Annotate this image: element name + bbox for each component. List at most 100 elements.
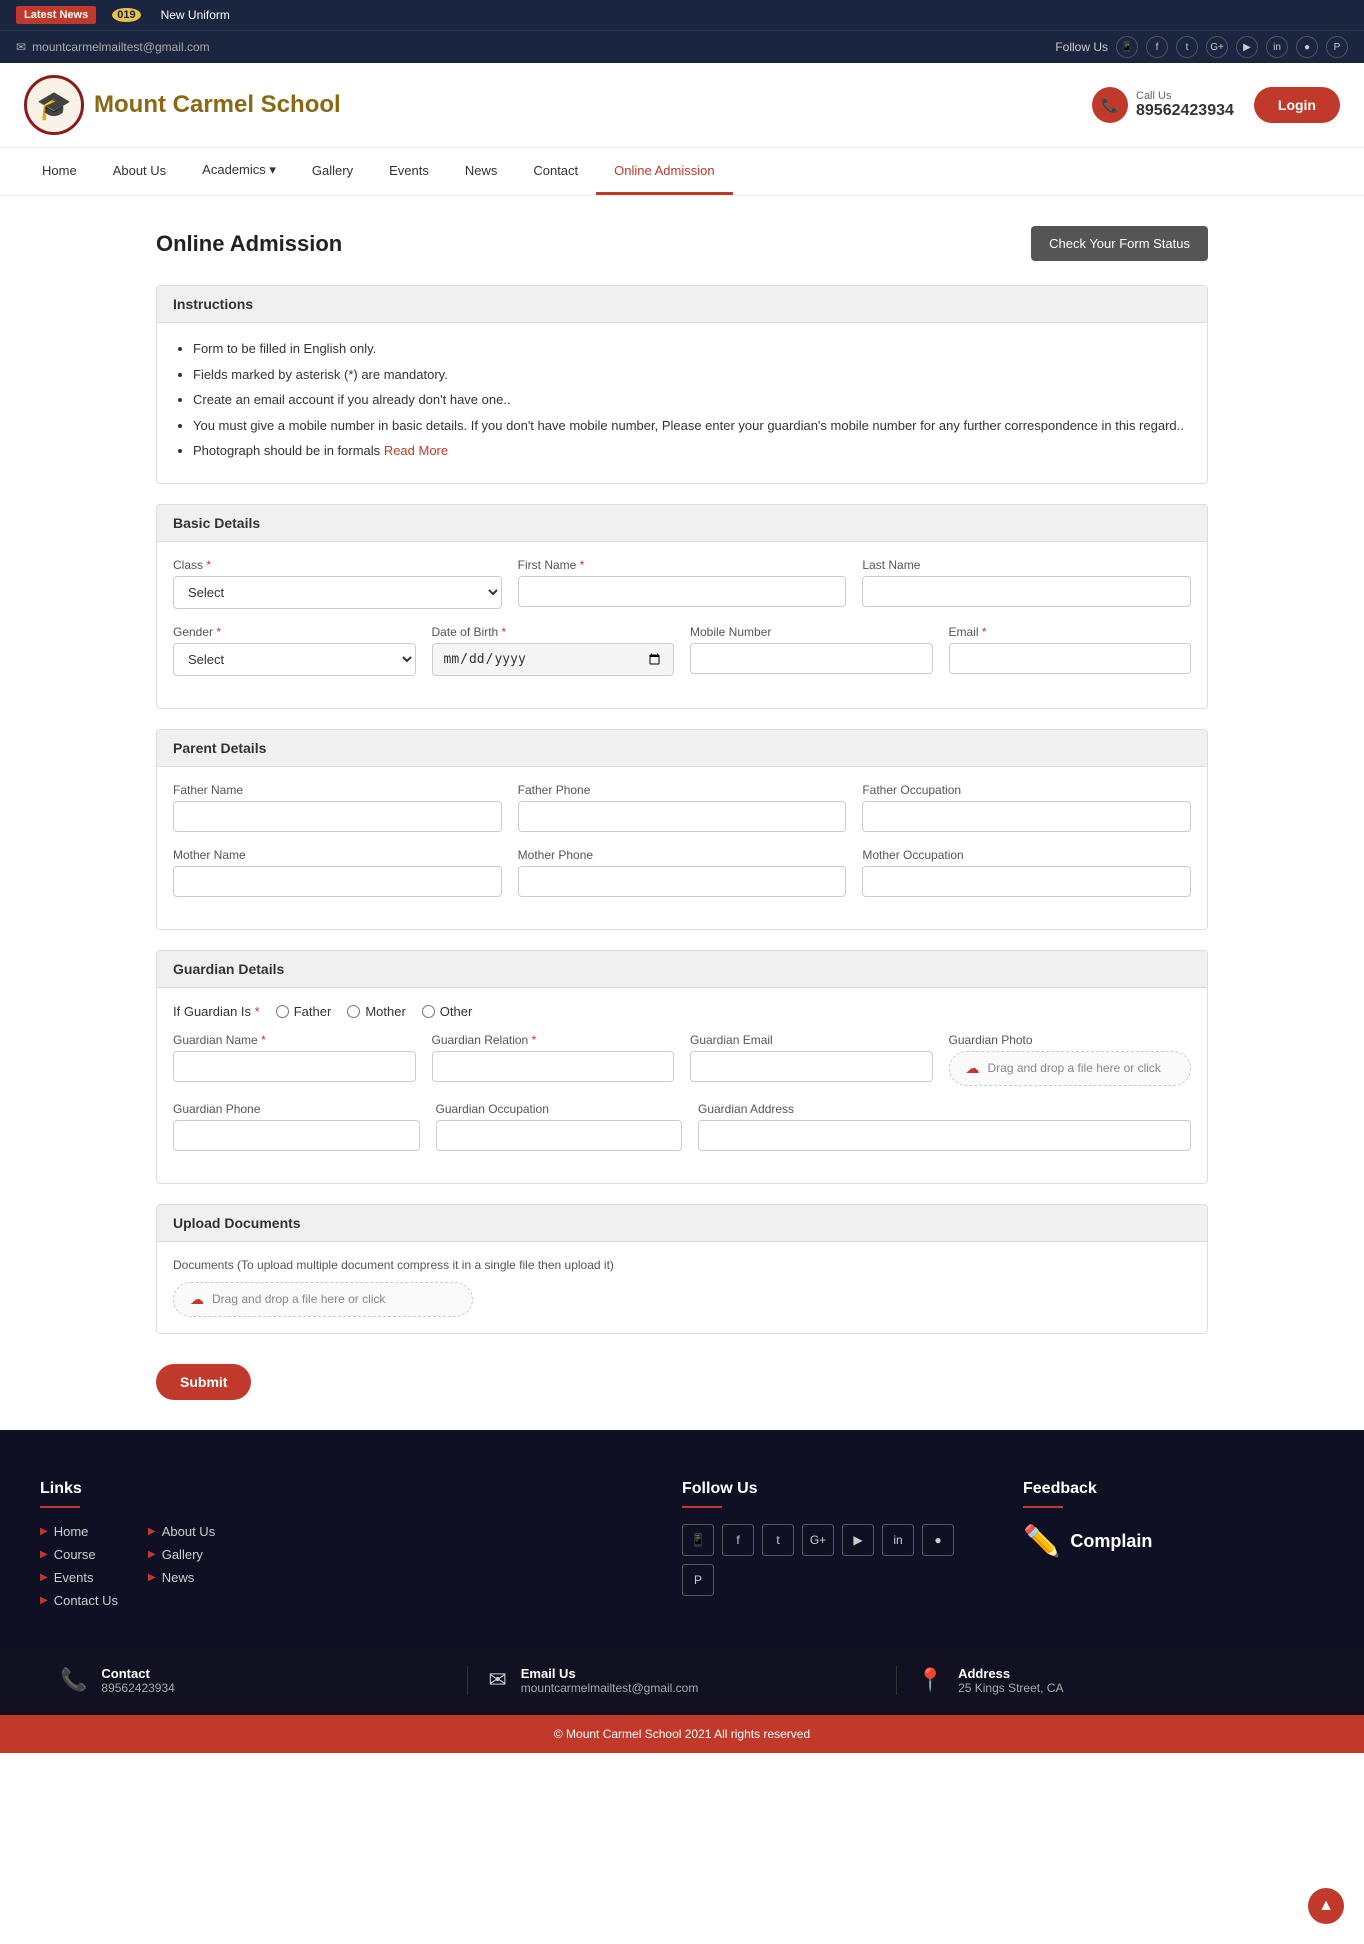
call-info: Call Us 89562423934	[1136, 90, 1234, 120]
guardian-mother-input[interactable]	[347, 1005, 360, 1018]
nav-gallery[interactable]: Gallery	[294, 149, 371, 195]
gender-group: Gender * Select	[173, 625, 416, 676]
read-more-link[interactable]: Read More	[384, 443, 448, 458]
follow-us-label: Follow Us	[1055, 40, 1108, 54]
guardian-relation-input[interactable]	[432, 1051, 675, 1082]
dob-group: Date of Birth *	[432, 625, 675, 676]
father-phone-input[interactable]	[518, 801, 847, 832]
mother-occupation-input[interactable]	[862, 866, 1191, 897]
login-button[interactable]: Login	[1254, 87, 1340, 123]
guardian-name-group: Guardian Name *	[173, 1033, 416, 1086]
parent-row-2: Mother Name Mother Phone Mother Occupati…	[173, 848, 1191, 897]
nav-online-admission[interactable]: Online Admission	[596, 149, 732, 195]
phone-contact-icon: 📞	[60, 1667, 87, 1693]
mother-name-input[interactable]	[173, 866, 502, 897]
gender-select[interactable]: Select	[173, 643, 416, 676]
footer-contact-email-info: Email Us mountcarmelmailtest@gmail.com	[521, 1666, 699, 1695]
last-name-input[interactable]	[862, 576, 1191, 607]
nav-about[interactable]: About Us	[95, 149, 184, 195]
email-input[interactable]	[949, 643, 1192, 674]
footer-social-linkedin[interactable]: in	[882, 1524, 914, 1556]
guardian-address-input[interactable]	[698, 1120, 1191, 1151]
social-pinterest[interactable]: P	[1326, 36, 1348, 58]
father-name-input[interactable]	[173, 801, 502, 832]
complain-area[interactable]: ✏️ Complain	[1023, 1524, 1324, 1559]
social-whatsapp[interactable]: 📱	[1116, 36, 1138, 58]
nav-news[interactable]: News	[447, 149, 516, 195]
guardian-email-group: Guardian Email	[690, 1033, 933, 1086]
scroll-top-button[interactable]: ▲	[1308, 1888, 1344, 1924]
footer-link-about[interactable]: ▶ About Us	[148, 1524, 215, 1539]
footer-link-events[interactable]: ▶ Events	[40, 1570, 118, 1585]
call-us-label: Call Us	[1136, 90, 1234, 102]
nav-contact[interactable]: Contact	[515, 149, 596, 195]
email-value: mountcarmelmailtest@gmail.com	[521, 1681, 699, 1695]
footer-link-home[interactable]: ▶ Home	[40, 1524, 118, 1539]
guardian-father-radio[interactable]: Father	[276, 1004, 332, 1019]
footer-links-col2: ▶ About Us ▶ Gallery ▶ News	[148, 1524, 215, 1616]
guardian-name-input[interactable]	[173, 1051, 416, 1082]
gender-label: Gender *	[173, 625, 416, 639]
footer-link-course[interactable]: ▶ Course	[40, 1547, 118, 1562]
father-occupation-group: Father Occupation	[862, 783, 1191, 832]
guardian-other-input[interactable]	[422, 1005, 435, 1018]
guardian-email-label: Guardian Email	[690, 1033, 933, 1047]
top-bar: Latest News 019 New Uniform	[0, 0, 1364, 30]
first-name-input[interactable]	[518, 576, 847, 607]
guardian-occupation-input[interactable]	[436, 1120, 683, 1151]
social-googleplus[interactable]: G+	[1206, 36, 1228, 58]
footer-social-facebook[interactable]: f	[722, 1524, 754, 1556]
guardian-other-radio[interactable]: Other	[422, 1004, 473, 1019]
footer-link-news[interactable]: ▶ News	[148, 1570, 215, 1585]
nav-home[interactable]: Home	[24, 149, 95, 195]
first-name-label: First Name *	[518, 558, 847, 572]
footer-contact-address-info: Address 25 Kings Street, CA	[958, 1666, 1063, 1695]
guardian-phone-input[interactable]	[173, 1120, 420, 1151]
mother-phone-group: Mother Phone	[518, 848, 847, 897]
footer-link-gallery[interactable]: ▶ Gallery	[148, 1547, 215, 1562]
class-select[interactable]: Select	[173, 576, 502, 609]
footer-contact-email: ✉ Email Us mountcarmelmailtest@gmail.com	[468, 1666, 896, 1695]
guardian-occupation-group: Guardian Occupation	[436, 1102, 683, 1151]
footer-social-gplus[interactable]: G+	[802, 1524, 834, 1556]
footer-social-twitter[interactable]: t	[762, 1524, 794, 1556]
guardian-details-header: Guardian Details	[157, 951, 1207, 988]
footer-links-divider	[40, 1506, 80, 1508]
guardian-father-input[interactable]	[276, 1005, 289, 1018]
page-title: Online Admission	[156, 231, 342, 257]
social-linkedin[interactable]: in	[1266, 36, 1288, 58]
father-phone-label: Father Phone	[518, 783, 847, 797]
footer-social-instagram[interactable]: ●	[922, 1524, 954, 1556]
instruction-4: You must give a mobile number in basic d…	[193, 416, 1191, 436]
social-youtube[interactable]: ▶	[1236, 36, 1258, 58]
social-facebook[interactable]: f	[1146, 36, 1168, 58]
social-twitter[interactable]: t	[1176, 36, 1198, 58]
mother-phone-input[interactable]	[518, 866, 847, 897]
news-item-text: New Uniform	[161, 8, 230, 22]
document-upload-area[interactable]: ☁ Drag and drop a file here or click	[173, 1282, 473, 1317]
footer-social-pinterest[interactable]: P	[682, 1564, 714, 1596]
check-status-button[interactable]: Check Your Form Status	[1031, 226, 1208, 261]
guardian-radio-group: If Guardian Is * Father Mother Other	[173, 1004, 1191, 1019]
mobile-input[interactable]	[690, 643, 933, 674]
footer-social-icons: 📱 f t G+ ▶ in ● P	[682, 1524, 983, 1596]
last-name-label: Last Name	[862, 558, 1191, 572]
guardian-email-input[interactable]	[690, 1051, 933, 1082]
guardian-photo-upload[interactable]: ☁ Drag and drop a file here or click	[949, 1051, 1192, 1086]
parent-details-body: Father Name Father Phone Father Occupati…	[157, 767, 1207, 929]
father-phone-group: Father Phone	[518, 783, 847, 832]
address-contact-icon: 📍	[917, 1667, 944, 1693]
footer-social-whatsapp[interactable]: 📱	[682, 1524, 714, 1556]
footer-social-youtube[interactable]: ▶	[842, 1524, 874, 1556]
guardian-mother-radio[interactable]: Mother	[347, 1004, 405, 1019]
social-instagram[interactable]: ●	[1296, 36, 1318, 58]
dob-input[interactable]	[432, 643, 675, 676]
footer-contact-address: 📍 Address 25 Kings Street, CA	[897, 1666, 1324, 1695]
footer-link-contact[interactable]: ▶ Contact Us	[40, 1593, 118, 1608]
instruction-5: Photograph should be in formals Read Mor…	[193, 441, 1191, 461]
father-occupation-input[interactable]	[862, 801, 1191, 832]
submit-button[interactable]: Submit	[156, 1364, 251, 1400]
nav-academics[interactable]: Academics ▾	[184, 148, 294, 195]
main-nav: Home About Us Academics ▾ Gallery Events…	[0, 148, 1364, 196]
nav-events[interactable]: Events	[371, 149, 447, 195]
